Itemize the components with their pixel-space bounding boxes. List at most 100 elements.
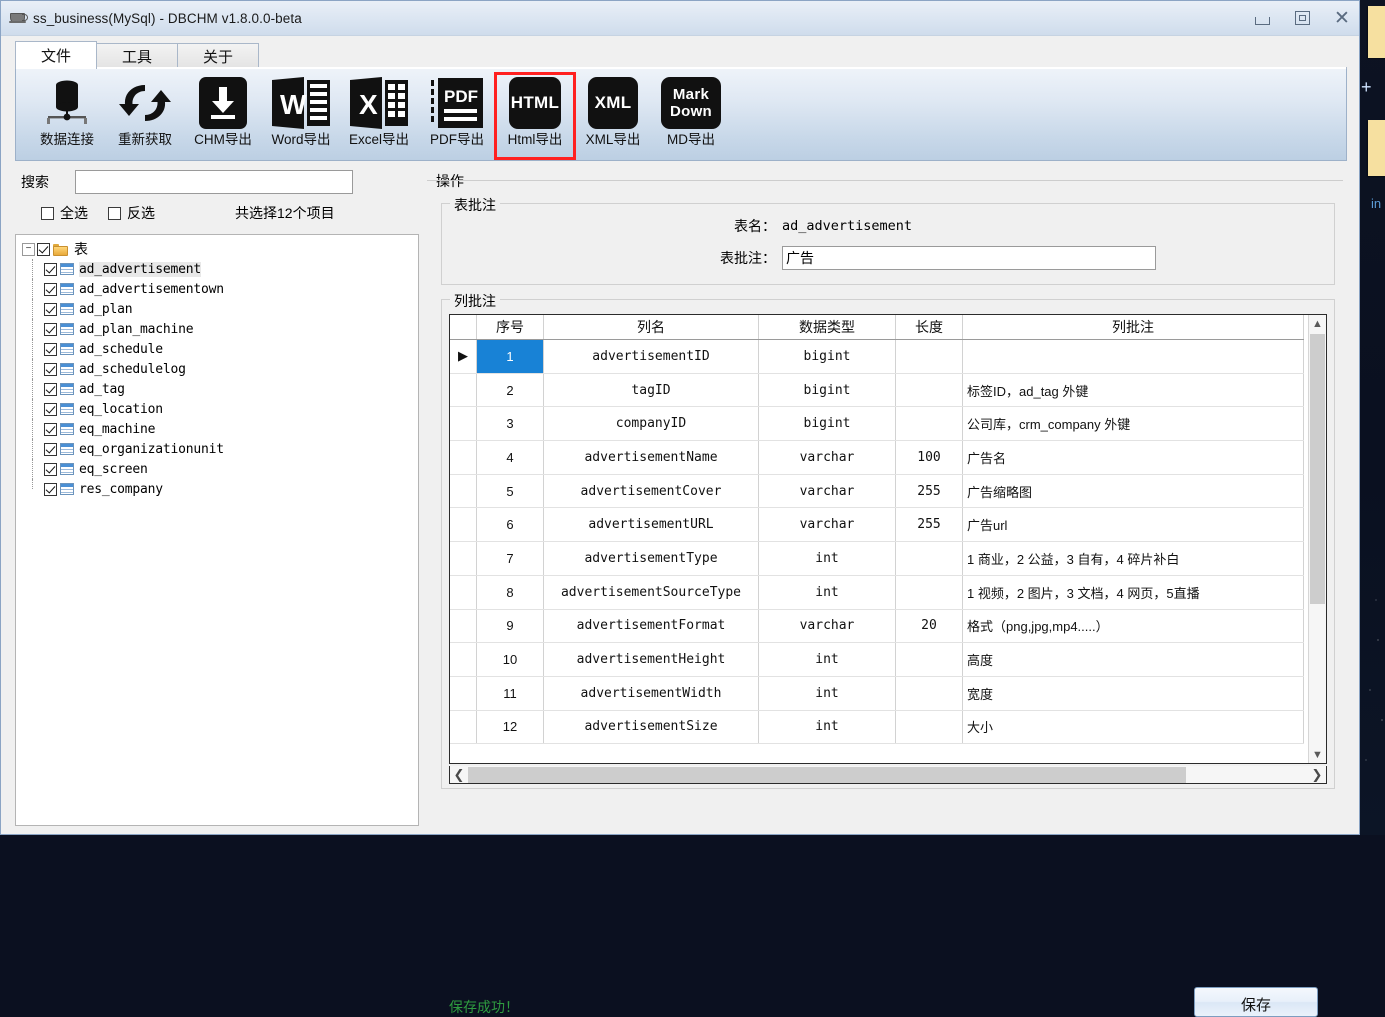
tree-item-ad_schedulelog[interactable]: ad_schedulelog xyxy=(22,359,418,379)
grid-vertical-scrollbar[interactable]: ▲ ▼ xyxy=(1308,315,1326,763)
cell-comment[interactable]: 1 商业，2 公益，3 自有，4 碎片补白 xyxy=(962,541,1304,576)
table-row[interactable]: 7 advertisementType int 1 商业，2 公益，3 自有，4 碎片… xyxy=(450,541,1304,576)
scroll-right-icon[interactable]: ❯ xyxy=(1308,767,1326,783)
row-marker xyxy=(450,710,477,745)
table-row[interactable]: 9 advertisementFormat varchar 20 格式（png,jpg,… xyxy=(450,609,1304,644)
close-button[interactable]: ✕ xyxy=(1331,8,1353,28)
tree-item-res_company[interactable]: res_company xyxy=(22,479,418,499)
cell-comment[interactable]: 格式（png,jpg,mp4.....） xyxy=(962,609,1304,644)
toolbar-button-md-export[interactable]: Mark Down MD导出 xyxy=(652,74,730,158)
checkbox-checked-icon[interactable] xyxy=(44,402,57,416)
column-header-name[interactable]: 列名 xyxy=(543,315,759,340)
hscroll-track[interactable] xyxy=(468,766,1308,783)
search-label: 搜索 xyxy=(21,174,49,190)
toolbar-button-excel-export[interactable]: X Excel导出 xyxy=(340,74,418,158)
tree-item-eq_location[interactable]: eq_location xyxy=(22,399,418,419)
checkbox-checked-icon[interactable] xyxy=(44,442,57,456)
cell-comment[interactable]: 1 视频，2 图片，3 文档，4 网页，5直播 xyxy=(962,575,1304,610)
toolbar-button-refresh[interactable]: 重新获取 xyxy=(106,74,184,158)
cell-comment[interactable]: 标签ID，ad_tag 外键 xyxy=(962,373,1304,408)
scroll-down-icon[interactable]: ▼ xyxy=(1309,746,1326,763)
cell-comment[interactable]: 公司库，crm_company 外键 xyxy=(962,406,1304,442)
save-button[interactable]: 保存 xyxy=(1194,987,1318,1017)
cell-column-name: advertisementID xyxy=(543,339,759,374)
checkbox-checked-icon[interactable] xyxy=(44,422,57,436)
markdown-icon: Mark Down xyxy=(661,74,721,132)
cell-comment[interactable]: 广告url xyxy=(962,507,1304,543)
tree-item-eq_screen[interactable]: eq_screen xyxy=(22,459,418,479)
toolbar-button-chm-export[interactable]: CHM导出 xyxy=(184,74,262,158)
scrollbar-thumb[interactable] xyxy=(1310,334,1325,604)
table-row[interactable]: 12 advertisementSize int 大小 xyxy=(450,710,1304,745)
columns-grid[interactable]: 序号 列名 数据类型 长度 列批注 ▶ 1 advertisementID bigin… xyxy=(449,314,1327,764)
checkbox-checked-icon[interactable] xyxy=(37,242,50,256)
toolbar-button-word-export[interactable]: W Word导出 xyxy=(262,74,340,158)
cell-comment[interactable]: 宽度 xyxy=(962,676,1304,711)
cell-comment[interactable]: 广告缩略图 xyxy=(962,474,1304,509)
scroll-up-icon[interactable]: ▲ xyxy=(1309,315,1326,332)
checkbox-checked-icon[interactable] xyxy=(44,282,57,296)
table-row[interactable]: 5 advertisementCover varchar 255 广告缩略图 xyxy=(450,474,1304,509)
tree-item-ad_plan[interactable]: ad_plan xyxy=(22,299,418,319)
checkbox-checked-icon[interactable] xyxy=(44,362,57,376)
column-header-length[interactable]: 长度 xyxy=(895,315,963,340)
checkbox-checked-icon[interactable] xyxy=(44,462,57,476)
grid-horizontal-scrollbar[interactable]: ❮ ❯ xyxy=(449,766,1327,784)
tree-indent-guide xyxy=(22,439,44,459)
checkbox-checked-icon[interactable] xyxy=(44,302,57,316)
cell-comment[interactable] xyxy=(962,339,1304,374)
table-row[interactable]: 11 advertisementWidth int 宽度 xyxy=(450,676,1304,711)
maximize-button[interactable] xyxy=(1291,8,1313,28)
table-row[interactable]: ▶ 1 advertisementID bigint xyxy=(450,339,1304,374)
column-header-no[interactable]: 序号 xyxy=(476,315,544,340)
column-header-datatype[interactable]: 数据类型 xyxy=(758,315,896,340)
tab-about[interactable]: 关于 xyxy=(177,43,259,69)
tree-item-ad_plan_machine[interactable]: ad_plan_machine xyxy=(22,319,418,339)
checkbox-checked-icon[interactable] xyxy=(44,322,57,336)
table-header-row: 序号 列名 数据类型 长度 列批注 xyxy=(450,315,1304,340)
cell-comment[interactable]: 广告名 xyxy=(962,440,1304,475)
minimize-button[interactable] xyxy=(1251,8,1273,28)
table-row[interactable]: 3 companyID bigint 公司库，crm_company 外键 xyxy=(450,406,1304,442)
toolbar-button-xml-export[interactable]: XML XML导出 xyxy=(574,74,652,158)
scroll-left-icon[interactable]: ❮ xyxy=(450,767,468,783)
table-tree[interactable]: − 表 ad_advertisement ad_advertisementown a… xyxy=(15,234,419,826)
table-icon xyxy=(60,283,74,295)
tree-item-label: eq_screen xyxy=(79,461,148,477)
column-header-comment[interactable]: 列批注 xyxy=(962,315,1304,340)
tab-file[interactable]: 文件 xyxy=(15,41,97,69)
tree-item-ad_advertisementown[interactable]: ad_advertisementown xyxy=(22,279,418,299)
cell-comment[interactable]: 大小 xyxy=(962,710,1304,745)
select-all-label: 全选 xyxy=(60,205,88,221)
checkbox-checked-icon[interactable] xyxy=(44,482,57,496)
cell-comment[interactable]: 高度 xyxy=(962,642,1304,677)
tree-item-list: ad_advertisement ad_advertisementown ad_pl… xyxy=(22,259,418,499)
table-row[interactable]: 8 advertisementSourceType int 1 视频，2 图片，3 文… xyxy=(450,575,1304,610)
cell-column-name: advertisementSourceType xyxy=(543,575,759,610)
tree-item-ad_tag[interactable]: ad_tag xyxy=(22,379,418,399)
tree-item-ad_advertisement[interactable]: ad_advertisement xyxy=(22,259,418,279)
toolbar-button-data-connection[interactable]: 数据连接 xyxy=(28,74,106,158)
search-input[interactable] xyxy=(75,170,353,194)
toolbar-button-pdf-export[interactable]: PDF PDF导出 xyxy=(418,74,496,158)
tab-tools[interactable]: 工具 xyxy=(96,43,178,69)
table-row[interactable]: 6 advertisementURL varchar 255 广告url xyxy=(450,507,1304,543)
table-comment-input[interactable] xyxy=(782,246,1156,270)
column-header-selector[interactable] xyxy=(450,315,477,340)
table-row[interactable]: 10 advertisementHeight int 高度 xyxy=(450,642,1304,677)
tree-item-eq_machine[interactable]: eq_machine xyxy=(22,419,418,439)
collapse-toggle-icon[interactable]: − xyxy=(22,242,35,256)
select-all-checkbox[interactable]: 全选 xyxy=(41,203,88,223)
hscrollbar-thumb[interactable] xyxy=(468,766,1186,783)
table-row[interactable]: 4 advertisementName varchar 100 广告名 xyxy=(450,440,1304,475)
checkbox-checked-icon[interactable] xyxy=(44,262,57,276)
invert-selection-checkbox[interactable]: 反选 xyxy=(108,203,155,223)
toolbar-button-html-export[interactable]: HTML Html导出 xyxy=(494,72,576,160)
checkbox-checked-icon[interactable] xyxy=(44,342,57,356)
table-row[interactable]: 2 tagID bigint 标签ID，ad_tag 外键 xyxy=(450,373,1304,408)
tree-root-node[interactable]: − 表 xyxy=(22,239,418,259)
checkbox-checked-icon[interactable] xyxy=(44,382,57,396)
tree-indent-guide xyxy=(22,319,44,339)
tree-item-ad_schedule[interactable]: ad_schedule xyxy=(22,339,418,359)
tree-item-eq_organizationunit[interactable]: eq_organizationunit xyxy=(22,439,418,459)
